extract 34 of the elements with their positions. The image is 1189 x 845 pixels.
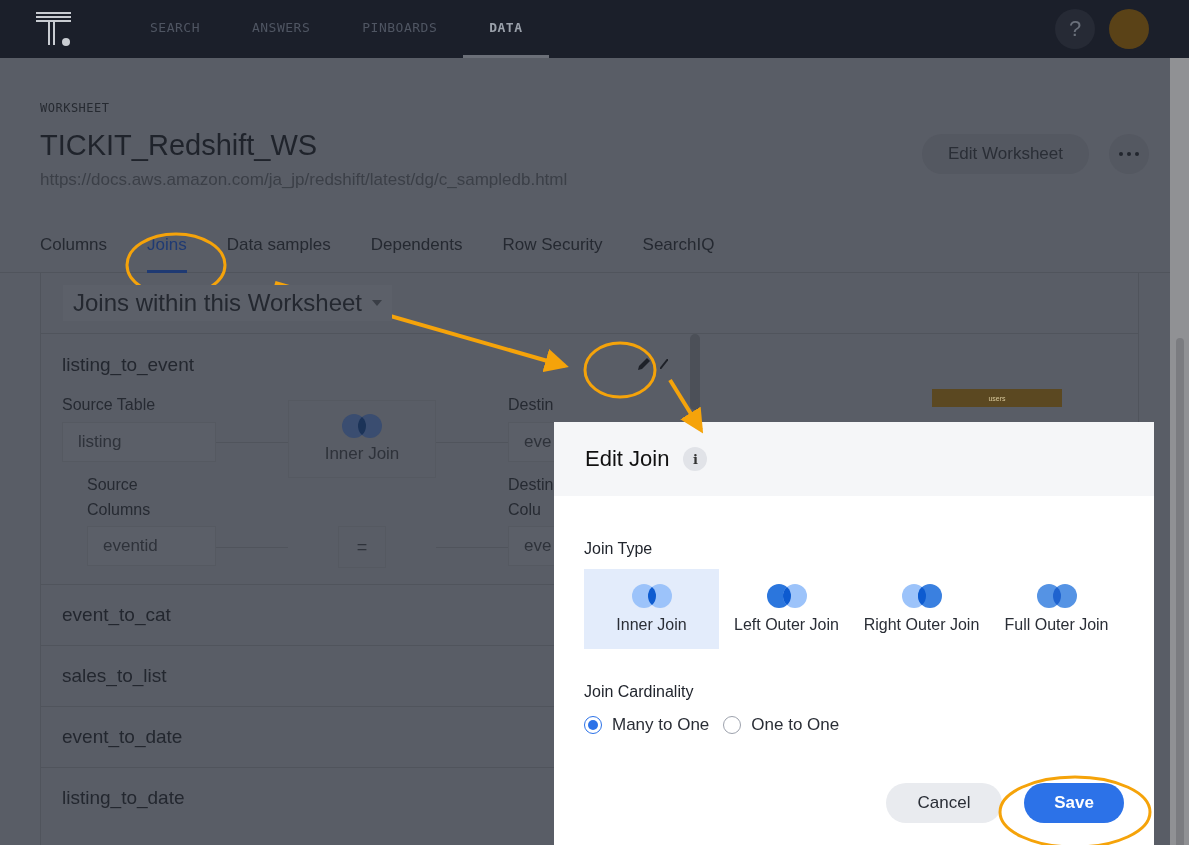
dialog-title: Edit Join [585,446,670,472]
worksheet-title: TICKIT_Redshift_WS [40,129,319,162]
more-icon [1119,152,1139,156]
nav-tab[interactable]: DATA [463,0,549,58]
nav-tab[interactable]: PINBOARDS [336,0,464,58]
avatar[interactable] [1109,9,1149,49]
save-button[interactable]: Save [1024,783,1124,823]
join-type-option[interactable]: Left Outer Join [719,569,854,649]
venn-icon [1036,584,1077,608]
cardinality-label: Join Cardinality [584,683,695,701]
join-type-option[interactable]: Full Outer Join [989,569,1124,649]
edit-icon[interactable] [636,356,652,372]
radio-label[interactable]: Many to One [612,715,710,735]
caret-icon [372,300,382,306]
tab[interactable]: Joins [147,235,187,273]
venn-icon [901,584,942,608]
nav-tab[interactable]: ANSWERS [225,0,337,58]
join-type-option[interactable]: Inner Join [584,569,719,649]
info-button[interactable]: i [683,447,708,471]
cancel-button[interactable]: Cancel [886,783,1002,823]
venn-icon [766,584,807,608]
join-type-option[interactable]: Right Outer Join [854,569,989,649]
venn-icon [342,414,382,438]
join-name[interactable]: listing_to_event [62,334,622,396]
radio-label[interactable]: One to One [751,715,840,735]
operator-box: = [338,526,386,568]
nav-tab[interactable]: SEARCH [124,0,226,58]
join-type-label: Join Type [584,540,654,558]
annotation-arrow [668,378,704,434]
help-button[interactable]: ? [1055,9,1095,49]
scrollbar[interactable] [690,334,700,410]
logo-icon [36,11,72,47]
more-button[interactable] [1109,134,1149,174]
venn-icon [631,584,672,608]
